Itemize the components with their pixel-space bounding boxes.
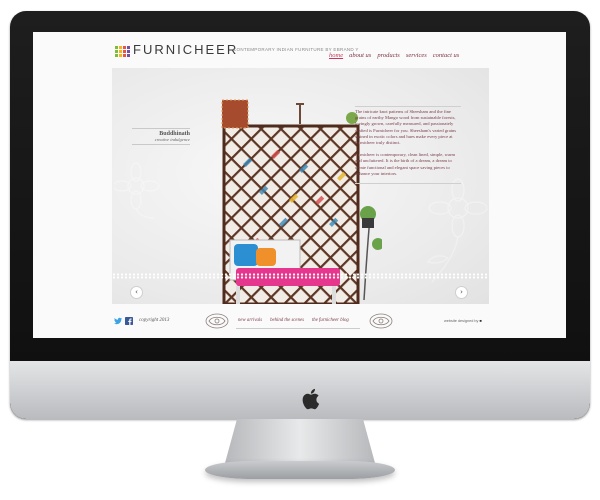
monitor-stand-neck — [225, 419, 375, 463]
footer-link-behind-the-scenes[interactable]: behind the scenes — [270, 318, 304, 323]
about-copy: The intricate knot patterns of Sheesham … — [355, 106, 461, 185]
site-footer: copyright 2013 new arrivals behind the sc… — [112, 310, 489, 332]
about-paragraph-2: Furnicheer is contemporary, clean lined,… — [355, 152, 456, 176]
about-paragraph-1: The intricate knot patterns of Sheesham … — [355, 109, 457, 146]
monitor-stand-base — [205, 461, 395, 479]
designer-credit-text: website designed by — [444, 319, 479, 323]
bookcase-product-image — [221, 99, 382, 304]
flower-decoration-icon — [427, 178, 488, 283]
brand-name[interactable]: FURNICHEER — [133, 42, 238, 57]
nav-item-home[interactable]: home — [329, 51, 343, 61]
footer-link-new-arrivals[interactable]: new arrivals — [238, 318, 262, 323]
apple-logo-icon — [302, 388, 320, 410]
website-screen: FURNICHEER CONTEMPORARY INDIAN FURNITURE… — [33, 32, 566, 338]
product-caption: Buddhinath creative indulgence — [132, 128, 190, 145]
logo-mark-icon[interactable] — [115, 46, 131, 57]
slider-dots-divider — [112, 273, 488, 279]
copyright-text: copyright 2013 — [139, 318, 170, 323]
elephant-seal-icon — [369, 313, 393, 329]
nav-item-about-us[interactable]: about us — [349, 51, 371, 61]
copy-divider — [355, 183, 461, 185]
hero-slider: Buddhinath creative indulgence The intri… — [112, 68, 489, 304]
nav-item-services[interactable]: services — [406, 51, 427, 61]
slider-prev-button[interactable]: ‹ — [130, 286, 143, 299]
product-subtitle: creative indulgence — [154, 137, 190, 142]
site-header: FURNICHEER CONTEMPORARY INDIAN FURNITURE… — [33, 32, 566, 77]
nav-item-products[interactable]: products — [377, 51, 400, 61]
slider-next-button[interactable]: › — [455, 286, 468, 299]
footer-link-blog[interactable]: the furnicheer blog — [312, 318, 349, 323]
flower-decoration-icon — [114, 162, 160, 219]
designer-credit[interactable]: website designed by ■ — [444, 319, 482, 323]
facebook-icon[interactable] — [125, 317, 133, 325]
footer-nav: new arrivals behind the scenes the furnich… — [238, 318, 357, 323]
nav-item-contact-us[interactable]: contact us — [433, 51, 460, 61]
designer-logo-icon: ■ — [479, 319, 482, 323]
elephant-seal-icon — [205, 313, 229, 329]
footer-divider — [236, 328, 360, 329]
twitter-icon[interactable] — [114, 317, 122, 325]
